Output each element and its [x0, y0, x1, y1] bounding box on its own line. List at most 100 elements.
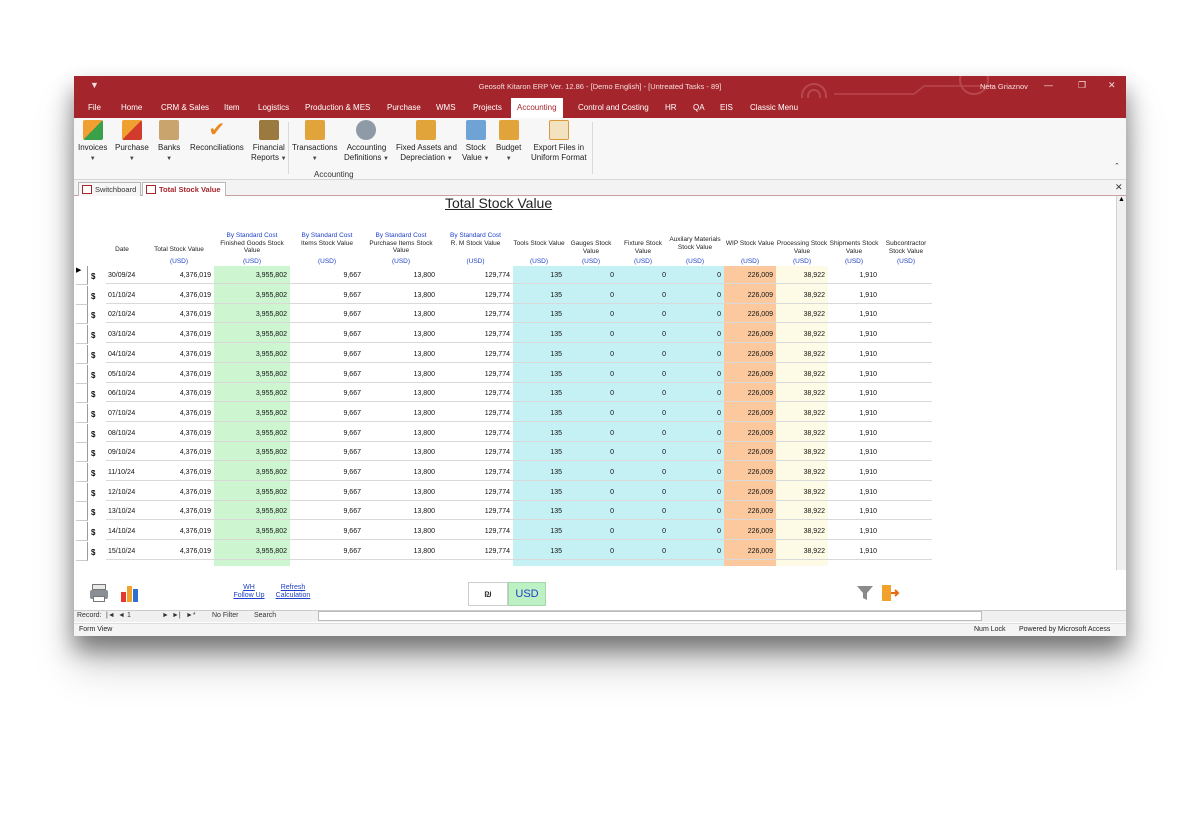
record-selector[interactable]	[76, 384, 88, 404]
currency-dollar-icon[interactable]: $	[91, 528, 95, 537]
cell-tools: 135	[513, 443, 565, 462]
record-selector[interactable]	[76, 463, 88, 482]
menu-wms[interactable]: WMS	[436, 103, 456, 112]
currency-dollar-icon[interactable]: $	[91, 351, 95, 360]
close-tab-icon[interactable]: ✕	[1115, 182, 1123, 193]
ribbon-invoices[interactable]: Invoices ▼	[78, 120, 107, 164]
menu-crm-sales[interactable]: CRM & Sales	[161, 103, 209, 112]
ribbon-banks[interactable]: Banks ▼	[158, 120, 180, 164]
ribbon-financial-reports[interactable]: Financial Reports ▼	[251, 120, 287, 164]
currency-dollar-icon[interactable]: $	[91, 292, 95, 301]
ribbon-transactions[interactable]: Transactions ▼	[292, 120, 338, 164]
record-selector[interactable]	[76, 502, 88, 522]
currency-dollar-icon[interactable]: $	[91, 390, 95, 399]
menu-projects[interactable]: Projects	[473, 103, 502, 112]
exit-door-icon[interactable]	[880, 583, 900, 603]
ribbon-export-files[interactable]: Export Files in Uniform Format	[531, 120, 587, 163]
currency-dollar-icon[interactable]: $	[91, 449, 95, 458]
currency-dollar-icon[interactable]: $	[91, 469, 95, 478]
ribbon-purchase[interactable]: Purchase ▼	[115, 120, 149, 164]
record-selector[interactable]	[76, 522, 88, 542]
currency-dollar-icon[interactable]: $	[91, 430, 95, 439]
table-row[interactable]: $05/10/24 4,376,019 3,955,802 9,667 13,800 12…	[74, 364, 1126, 385]
currency-dollar-icon[interactable]: $	[91, 508, 95, 517]
table-row[interactable]: $01/10/24 4,376,019 3,955,802 9,667 13,800 12…	[74, 285, 1126, 306]
record-selector[interactable]	[76, 305, 88, 325]
table-row[interactable]: $15/10/24 4,376,019 3,955,802 9,667 13,800 12…	[74, 541, 1126, 562]
currency-dollar-icon[interactable]: $	[91, 311, 95, 320]
record-selector[interactable]	[76, 285, 88, 305]
menu-qa[interactable]: QA	[693, 103, 705, 112]
currency-dollar-icon[interactable]: $	[91, 331, 95, 340]
menu-logistics[interactable]: Logistics	[258, 103, 289, 112]
menu-hr[interactable]: HR	[665, 103, 677, 112]
horizontal-scrollbar[interactable]	[318, 611, 982, 621]
menu-item[interactable]: Item	[224, 103, 240, 112]
ribbon-reconciliations[interactable]: ✔ Reconciliations	[190, 120, 244, 153]
record-selector[interactable]	[76, 541, 88, 561]
next-record-button[interactable]: ►	[162, 612, 169, 619]
tab-total-stock-value[interactable]: Total Stock Value	[142, 182, 226, 196]
menu-purchase[interactable]: Purchase	[387, 103, 421, 112]
currency-local-button[interactable]: ₪	[468, 582, 508, 606]
menu-accounting[interactable]: Accounting	[511, 98, 563, 118]
menu-home[interactable]: Home	[121, 103, 142, 112]
menu-classic[interactable]: Classic Menu	[750, 103, 798, 112]
currency-dollar-icon[interactable]: $	[91, 410, 95, 419]
table-row[interactable]: $03/10/24 4,376,019 3,955,802 9,667 13,800 12…	[74, 325, 1126, 345]
no-filter-indicator[interactable]: No Filter	[212, 612, 238, 619]
wh-follow-up-link[interactable]: WH Follow Up	[231, 584, 267, 600]
filter-icon[interactable]	[856, 584, 874, 602]
search-input[interactable]: Search	[254, 612, 276, 619]
table-row[interactable]: $04/10/24 4,376,019 3,955,802 9,667 13,800 12…	[74, 344, 1126, 365]
unit-label: (USD)	[844, 258, 864, 265]
table-row[interactable]: $07/10/24 4,376,019 3,955,802 9,667 13,800 12…	[74, 403, 1126, 424]
table-row[interactable]: $06/10/24 4,376,019 3,955,802 9,667 13,800 12…	[74, 384, 1126, 404]
table-row[interactable]: $12/10/24 4,376,019 3,955,802 9,667 13,800 12…	[74, 482, 1126, 503]
ribbon-stock-value[interactable]: Stock Value ▼	[462, 120, 489, 164]
menu-eis[interactable]: EIS	[720, 103, 733, 112]
first-record-button[interactable]: |◄	[106, 612, 115, 619]
currency-usd-button[interactable]: USD	[508, 582, 546, 606]
prev-record-button[interactable]: ◄	[118, 612, 125, 619]
collapse-ribbon-icon[interactable]: ⌃	[1114, 162, 1120, 170]
vertical-scrollbar[interactable]: ▲ ▼	[1116, 196, 1126, 610]
record-selector[interactable]	[76, 403, 88, 423]
record-selector[interactable]	[76, 325, 88, 345]
currency-dollar-icon[interactable]: $	[91, 272, 95, 281]
record-position-input[interactable]: 1	[127, 612, 131, 619]
menu-file[interactable]: File	[88, 103, 101, 112]
currency-dollar-icon[interactable]: $	[91, 371, 95, 380]
table-row[interactable]: $08/10/24 4,376,019 3,955,802 9,667 13,800 12…	[74, 423, 1126, 444]
record-selector[interactable]	[76, 364, 88, 384]
scroll-up-icon[interactable]: ▲	[1118, 196, 1125, 203]
refresh-calculation-link[interactable]: Refresh Calculation	[273, 584, 313, 600]
close-window-button[interactable]: ✕	[1108, 80, 1116, 91]
printer-icon[interactable]	[90, 584, 110, 602]
minimize-button[interactable]: —	[1044, 80, 1053, 90]
record-selector[interactable]	[76, 423, 88, 443]
ribbon-accounting-definitions[interactable]: Accounting Definitions ▼	[344, 120, 389, 164]
bar-chart-icon[interactable]	[120, 584, 140, 602]
table-row[interactable]: $09/10/24 4,376,019 3,955,802 9,667 13,800 12…	[74, 443, 1126, 463]
record-selector[interactable]	[76, 344, 88, 364]
table-row[interactable]: $14/10/24 4,376,019 3,955,802 9,667 13,800 12…	[74, 522, 1126, 542]
record-selector[interactable]	[76, 482, 88, 502]
table-row[interactable]: $02/10/24 4,376,019 3,955,802 9,667 13,800 12…	[74, 305, 1126, 325]
record-selector[interactable]: ▶	[76, 266, 88, 285]
table-row[interactable]: $13/10/24 4,376,019 3,955,802 9,667 13,800 12…	[74, 502, 1126, 522]
table-row[interactable]: $11/10/24 4,376,019 3,955,802 9,667 13,800 12…	[74, 463, 1126, 483]
currency-dollar-icon[interactable]: $	[91, 489, 95, 498]
record-selector[interactable]	[76, 443, 88, 463]
ribbon-fixed-assets[interactable]: Fixed Assets and Depreciation ▼	[396, 120, 457, 164]
last-record-button[interactable]: ►|	[172, 612, 181, 619]
menu-control-costing[interactable]: Control and Costing	[578, 103, 649, 112]
tab-switchboard[interactable]: Switchboard	[78, 182, 142, 196]
menu-production-mes[interactable]: Production & MES	[305, 103, 370, 112]
currency-dollar-icon[interactable]: $	[91, 548, 95, 557]
table-row[interactable]: ▶ $30/09/24 4,376,019 3,955,802 9,667 13,800 1…	[74, 266, 1126, 286]
ribbon-budget[interactable]: Budget ▼	[496, 120, 521, 164]
cell-rm: 129,774	[438, 345, 513, 363]
restore-button[interactable]: ❐	[1078, 80, 1086, 91]
new-record-button[interactable]: ►*	[186, 612, 196, 619]
